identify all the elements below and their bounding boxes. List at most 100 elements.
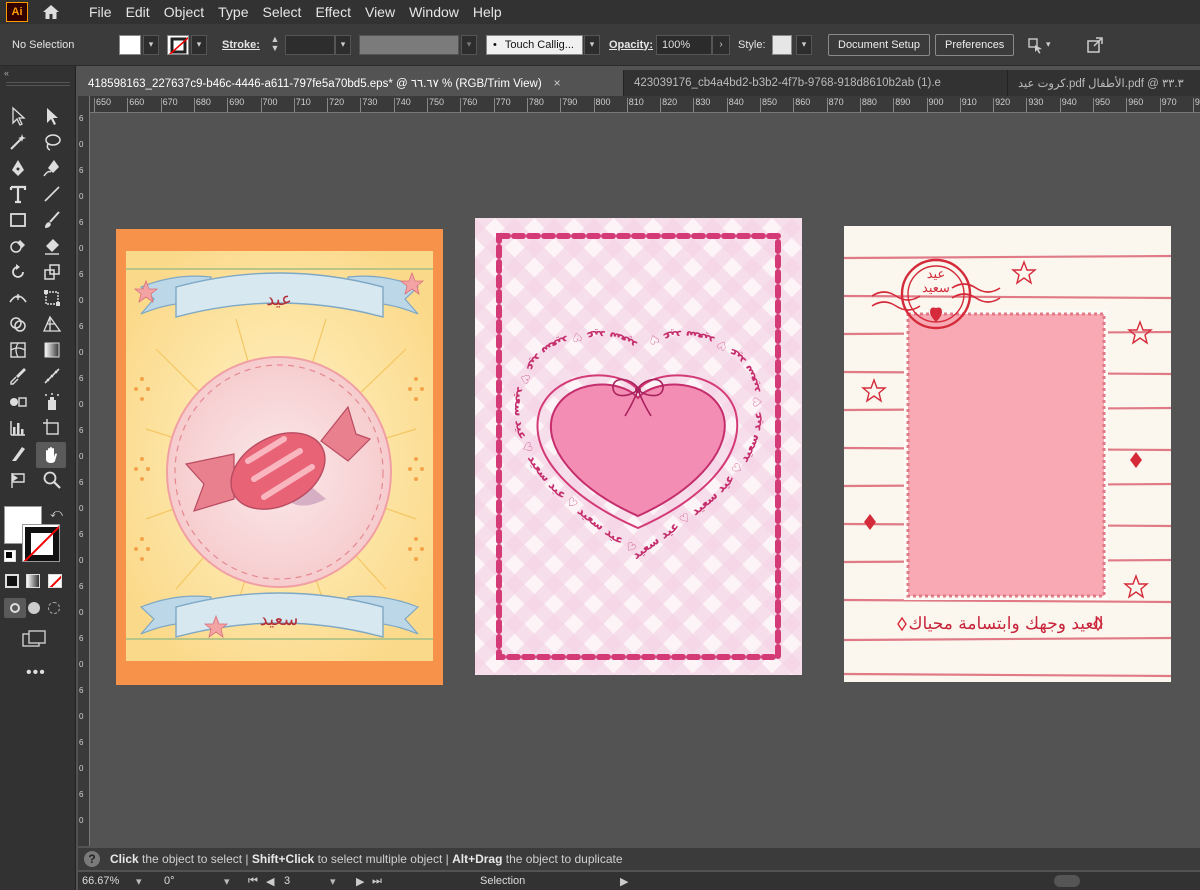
default-colors-icon[interactable] (4, 550, 16, 562)
style-swatch[interactable] (772, 34, 792, 55)
menu-file[interactable]: File (82, 4, 119, 20)
prev-artboard-icon[interactable]: ◀ (266, 875, 274, 888)
menu-window[interactable]: Window (402, 4, 466, 20)
screen-mode-icon[interactable] (22, 630, 48, 648)
free-transform-tool-icon[interactable] (40, 286, 64, 310)
artboard-number[interactable]: 3 (284, 875, 290, 887)
scale-tool-icon[interactable] (40, 260, 64, 284)
canvas[interactable]: عيد سعيد عيد سعيد ♡ عيد سعيد ♡ عيد سعيد … (90, 113, 1200, 846)
status-menu-arrow[interactable]: ▶ (620, 875, 628, 888)
column-graph-tool-icon[interactable] (6, 416, 30, 440)
shaper-tool-icon[interactable] (6, 234, 30, 258)
menu-edit[interactable]: Edit (119, 4, 157, 20)
stroke-stepper[interactable]: ▲ ▼ (267, 34, 283, 55)
horizontal-scrollbar-thumb[interactable] (1054, 875, 1080, 887)
eyedropper-tool-icon[interactable] (6, 364, 30, 388)
artboard-card-stamp[interactable]: عيد سعيد العيد وجهك وابتسامة محياك (844, 226, 1171, 682)
zoom-dropdown[interactable]: ▾ (136, 875, 142, 888)
lasso-icon[interactable] (40, 130, 64, 154)
paintbrush-tool-icon[interactable] (40, 208, 64, 232)
gradient-tool-icon[interactable] (40, 338, 64, 362)
measure-tool-icon[interactable] (40, 364, 64, 388)
menu-select[interactable]: Select (256, 4, 309, 20)
magic-wand-icon[interactable] (6, 130, 30, 154)
stroke-weight-dropdown[interactable]: ▾ (335, 34, 351, 55)
direct-selection-tool-icon[interactable] (40, 104, 64, 128)
slice-tool-icon[interactable] (6, 442, 30, 466)
width-tool-icon[interactable] (6, 286, 30, 310)
stroke-weight-input[interactable] (285, 34, 335, 55)
opacity-input[interactable]: 100% (656, 34, 712, 55)
zoom-tool-icon[interactable] (40, 468, 64, 492)
collapse-panel-icon[interactable]: « (4, 68, 9, 78)
arrange-documents-icon[interactable] (1024, 34, 1046, 56)
toolbar-grip[interactable] (6, 82, 70, 86)
menu-help[interactable]: Help (466, 4, 509, 20)
zoom-level[interactable]: 66.67% (82, 875, 119, 887)
preferences-button[interactable]: Preferences (935, 33, 1015, 56)
none-mode-icon[interactable] (48, 574, 62, 588)
help-icon[interactable]: ? (84, 851, 100, 867)
menu-type[interactable]: Type (211, 4, 255, 20)
edit-toolbar-icon[interactable]: ••• (26, 664, 46, 682)
draw-normal-icon[interactable] (4, 598, 26, 618)
tab-document-2[interactable]: 423039176_cb4a4bd2-b3b2-4f7b-9768-918d86… (624, 70, 1008, 96)
draw-behind-icon[interactable] (28, 602, 40, 614)
artboard-card-candy[interactable]: عيد سعيد (116, 229, 443, 685)
type-tool-icon[interactable] (6, 182, 30, 206)
fill-dropdown[interactable]: ▾ (143, 34, 159, 55)
opacity-arrow[interactable]: › (712, 34, 730, 55)
artboard-card-heart[interactable]: عيد سعيد ♡ عيد سعيد ♡ عيد سعيد ♡ عيد سعي… (475, 218, 802, 675)
vertical-ruler[interactable]: 6 0 6 0 6 0 6 0 6 0 6 0 6 0 6 0 6 0 6 0 6 0 6 0 6 0 6 0 (78, 96, 90, 846)
tab-document-1[interactable]: 418598163_227637c9-b46c-4446-a611-797fe5… (78, 70, 624, 96)
arrange-dropdown[interactable]: ▾ (1046, 35, 1058, 55)
last-artboard-icon[interactable]: ⏭ (372, 875, 382, 888)
eraser-tool-icon[interactable] (40, 234, 64, 258)
artboard-tool-alt-icon[interactable] (6, 468, 30, 492)
curvature-tool-icon[interactable] (40, 156, 64, 180)
variable-width-profile[interactable] (359, 34, 459, 55)
ruler-left-label: 6 (79, 270, 84, 279)
hand-tool-icon[interactable] (36, 442, 66, 468)
horizontal-ruler[interactable]: 650 660 670 680 690 700 710 720 730 740 750 760 770 7… (90, 96, 1200, 113)
close-tab-icon[interactable]: × (554, 76, 561, 90)
rotation-dropdown[interactable]: ▾ (224, 875, 230, 888)
artboard-dropdown[interactable]: ▾ (330, 875, 336, 888)
menu-effect[interactable]: Effect (308, 4, 358, 20)
rectangle-tool-icon[interactable] (6, 208, 30, 232)
line-segment-tool-icon[interactable] (40, 182, 64, 206)
ruler-tick (493, 98, 495, 112)
stroke-dropdown[interactable]: ▾ (191, 34, 207, 55)
brush-dropdown[interactable]: ▾ (584, 34, 600, 55)
profile-dropdown[interactable]: ▾ (461, 34, 477, 55)
stroke-swatch[interactable] (167, 34, 189, 55)
perspective-grid-tool-icon[interactable] (40, 312, 64, 336)
gradient-mode-icon[interactable] (26, 574, 40, 588)
style-dropdown[interactable]: ▾ (796, 34, 812, 55)
selection-tool-icon[interactable] (6, 104, 30, 128)
blend-tool-icon[interactable] (6, 390, 30, 414)
share-icon[interactable] (1085, 35, 1105, 55)
mesh-tool-icon[interactable] (6, 338, 30, 362)
draw-inside-icon[interactable] (48, 602, 60, 614)
stroke-label[interactable]: Stroke: (222, 39, 260, 51)
document-setup-button[interactable]: Document Setup (828, 33, 930, 56)
brush-definition[interactable]: • Touch Callig... (486, 34, 583, 55)
stroke-color-box[interactable] (22, 524, 60, 562)
artboard-tool-icon[interactable] (40, 416, 64, 440)
rotation-value[interactable]: 0° (164, 875, 175, 887)
tab-document-3[interactable]: كروت عيد.pdf الأطفال.pdf @ ٣٣.٣ (1008, 70, 1200, 96)
pen-tool-icon[interactable] (6, 156, 30, 180)
first-artboard-icon[interactable]: ⏮ (248, 875, 258, 888)
shape-builder-tool-icon[interactable] (6, 312, 30, 336)
next-artboard-icon[interactable]: ▶ (356, 875, 364, 888)
rotate-tool-icon[interactable] (6, 260, 30, 284)
color-mode-icon[interactable] (5, 574, 19, 588)
menu-view[interactable]: View (358, 4, 402, 20)
opacity-label[interactable]: Opacity: (609, 39, 653, 51)
home-icon[interactable] (38, 2, 64, 22)
fill-swatch[interactable] (119, 34, 141, 55)
symbol-sprayer-tool-icon[interactable] (40, 390, 64, 414)
swap-fill-stroke-icon[interactable]: ⤺ (50, 506, 63, 521)
menu-object[interactable]: Object (157, 4, 211, 20)
